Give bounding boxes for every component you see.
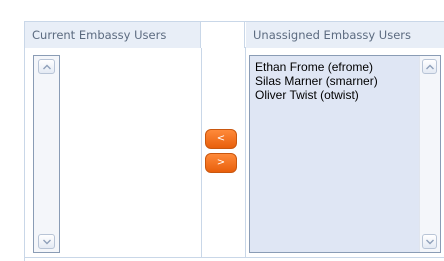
- chevron-down-icon: [42, 239, 51, 244]
- user-assignment-panel: Current Embassy Users Unassigned Embassy…: [0, 0, 444, 261]
- unassigned-users-header: Unassigned Embassy Users: [246, 22, 444, 48]
- move-to-current-button[interactable]: <: [205, 129, 237, 149]
- panel-border-bottom: [24, 257, 444, 258]
- current-users-scrollbar[interactable]: [34, 56, 59, 252]
- chevron-up-icon: [42, 64, 51, 69]
- move-to-unassigned-button[interactable]: >: [205, 153, 237, 173]
- unassigned-users-scroll-down-button[interactable]: [422, 234, 437, 249]
- buttons-header-spacer: [201, 22, 245, 48]
- column-divider-left: [201, 48, 202, 257]
- current-users-listbox[interactable]: [33, 55, 60, 253]
- unassigned-users-options: Ethan Frome (efrome) Silas Marner (smarn…: [255, 60, 378, 102]
- panel-border-left: [24, 21, 25, 261]
- unassigned-user-option[interactable]: Ethan Frome (efrome): [255, 60, 378, 74]
- unassigned-users-scrollbar[interactable]: [419, 56, 440, 252]
- current-users-header: Current Embassy Users: [25, 22, 201, 48]
- column-divider-right: [245, 48, 246, 257]
- current-users-scroll-up-button[interactable]: [38, 59, 55, 74]
- column-header-row: Current Embassy Users Unassigned Embassy…: [25, 22, 444, 48]
- chevron-up-icon: [425, 64, 434, 69]
- unassigned-users-listbox[interactable]: Ethan Frome (efrome) Silas Marner (smarn…: [249, 55, 441, 253]
- unassigned-users-scroll-up-button[interactable]: [422, 59, 437, 74]
- chevron-down-icon: [425, 239, 434, 244]
- current-users-scroll-down-button[interactable]: [38, 234, 55, 249]
- unassigned-user-option[interactable]: Oliver Twist (otwist): [255, 88, 378, 102]
- unassigned-user-option[interactable]: Silas Marner (smarner): [255, 74, 378, 88]
